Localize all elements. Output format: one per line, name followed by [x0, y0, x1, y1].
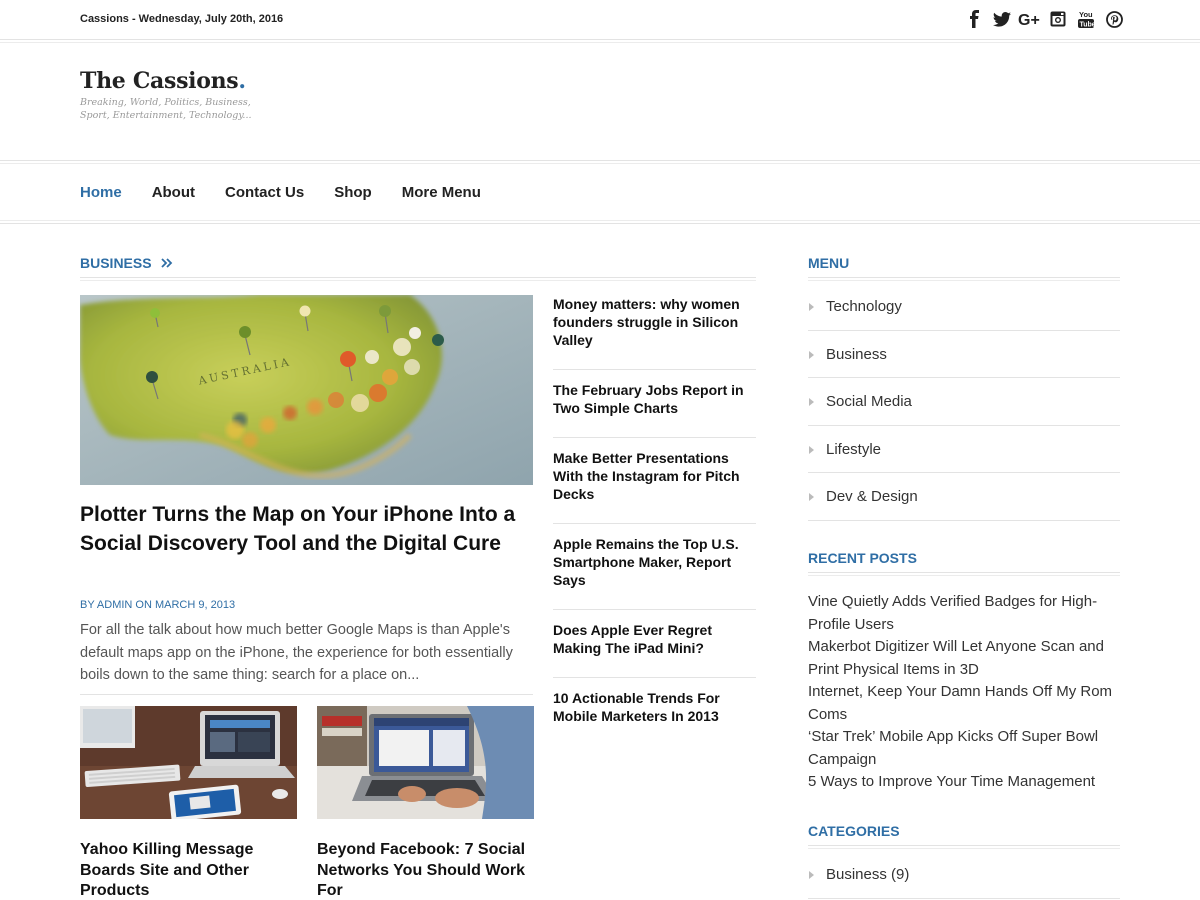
recent-posts-list: Vine Quietly Adds Verified Badges for Hi… [808, 591, 1120, 794]
categories-list: Business (9) [808, 851, 1120, 899]
sidebar-item-label: Business [826, 345, 887, 363]
site-title[interactable]: The Cassions. [80, 68, 280, 94]
business-section-heading: BUSINESS [80, 255, 756, 281]
pinterest-icon[interactable] [1100, 8, 1128, 30]
svg-text:Tube: Tube [1080, 22, 1095, 29]
sidebar-item-label: Social Media [826, 393, 912, 410]
caret-right-icon [809, 871, 814, 879]
social-links: G+ You Tube [960, 8, 1128, 30]
date-line: Cassions - Wednesday, July 20th, 2016 [80, 13, 284, 25]
sidebar-menu-heading: MENU [808, 255, 1120, 281]
business-article-list: Money matters: why women founders strugg… [553, 295, 756, 725]
nav-item-shop[interactable]: Shop [334, 184, 372, 201]
caret-right-icon [809, 445, 814, 454]
facebook-icon[interactable] [960, 8, 988, 30]
article-card-image[interactable] [317, 706, 534, 819]
recent-post-link[interactable]: Internet, Keep Your Damn Hands Off My Ro… [808, 681, 1120, 726]
svg-text:G+: G+ [1018, 12, 1040, 27]
sidebar-item-technology[interactable]: Technology [808, 283, 1120, 331]
nav-item-contact-us[interactable]: Contact Us [225, 184, 304, 201]
twitter-icon[interactable] [988, 8, 1016, 30]
article-card-title[interactable]: Yahoo Killing Message Boards Site and Ot… [80, 840, 297, 900]
recent-post-link[interactable]: 5 Ways to Improve Your Time Management [808, 771, 1120, 794]
nav-item-about[interactable]: About [152, 184, 195, 201]
list-item[interactable]: The February Jobs Report in Two Simple C… [553, 370, 756, 438]
main-navigation: Home About Contact Us Shop More Menu [0, 160, 1200, 224]
sidebar-item-label: Technology [826, 298, 902, 315]
google-plus-icon[interactable]: G+ [1016, 8, 1044, 30]
featured-article-title[interactable]: Plotter Turns the Map on Your iPhone Int… [80, 501, 535, 558]
instagram-icon[interactable] [1044, 8, 1072, 30]
sidebar-menu: Technology Business Social Media Lifesty… [808, 283, 1120, 521]
site-branding: The Cassions. Breaking, World, Politics,… [80, 68, 280, 122]
top-bar: Cassions - Wednesday, July 20th, 2016 G+… [0, 0, 1200, 43]
caret-right-icon [809, 493, 814, 501]
nav-menu: Home About Contact Us Shop More Menu [80, 184, 481, 201]
sidebar-item-label: Lifestyle [826, 440, 882, 458]
caret-right-icon [809, 350, 814, 359]
business-heading-link[interactable]: BUSINESS [80, 255, 152, 271]
double-chevron-right-icon [161, 258, 173, 268]
sidebar-item-label: Dev & Design [826, 488, 918, 505]
list-item[interactable]: Money matters: why women founders strugg… [553, 295, 756, 370]
divider [80, 694, 533, 695]
category-item-business[interactable]: Business (9) [808, 851, 1120, 899]
nav-item-home[interactable]: Home [80, 184, 122, 201]
site-tagline: Breaking, World, Politics, Business, Spo… [80, 97, 252, 121]
sidebar-item-social-media[interactable]: Social Media [808, 378, 1120, 426]
sidebar-item-dev-design[interactable]: Dev & Design [808, 473, 1120, 521]
svg-text:You: You [1079, 10, 1093, 19]
list-item[interactable]: 10 Actionable Trends For Mobile Marketer… [553, 678, 756, 725]
recent-posts-heading: RECENT POSTS [808, 550, 1120, 576]
site-title-text[interactable]: The Cassions [80, 68, 239, 94]
categories-heading: CATEGORIES [808, 823, 1120, 849]
article-card-image[interactable] [80, 706, 297, 819]
site-title-dot: . [238, 68, 246, 94]
youtube-icon[interactable]: You Tube [1072, 8, 1100, 30]
recent-post-link[interactable]: Vine Quietly Adds Verified Badges for Hi… [808, 591, 1120, 636]
recent-post-link[interactable]: Makerbot Digitizer Will Let Anyone Scan … [808, 636, 1120, 681]
sidebar-item-business[interactable]: Business [808, 331, 1120, 378]
caret-right-icon [809, 303, 814, 311]
nav-item-more-menu[interactable]: More Menu [402, 184, 481, 201]
list-item[interactable]: Apple Remains the Top U.S. Smartphone Ma… [553, 524, 756, 610]
recent-post-link[interactable]: ‘Star Trek’ Mobile App Kicks Off Super B… [808, 726, 1120, 771]
sidebar-item-lifestyle[interactable]: Lifestyle [808, 426, 1120, 473]
article-card-title[interactable]: Beyond Facebook: 7 Social Networks You S… [317, 840, 534, 900]
caret-right-icon [809, 398, 814, 406]
list-item[interactable]: Does Apple Ever Regret Making The iPad M… [553, 610, 756, 678]
featured-article-image[interactable]: AUSTRALIA [80, 295, 533, 485]
featured-article-meta[interactable]: BY ADMIN ON MARCH 9, 2013 [80, 599, 235, 611]
featured-article-excerpt: For all the talk about how much better G… [80, 622, 513, 683]
list-item[interactable]: Make Better Presentations With the Insta… [553, 438, 756, 524]
category-label: Business (9) [826, 866, 910, 883]
